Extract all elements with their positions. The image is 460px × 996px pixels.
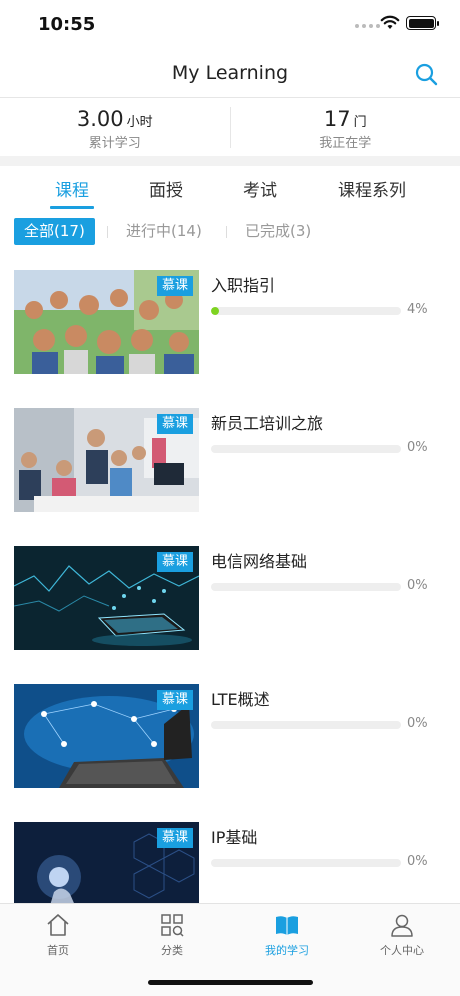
filter-all[interactable]: 全部(17) bbox=[14, 218, 95, 245]
course-thumbnail: 慕课 bbox=[14, 270, 199, 374]
progress-fill bbox=[211, 307, 219, 315]
stat-value: 3.00 bbox=[76, 107, 124, 131]
course-item[interactable]: 慕课 电信网络基础 0% bbox=[0, 546, 460, 652]
course-thumbnail: 慕课 bbox=[14, 408, 199, 512]
course-thumbnail: 慕课 bbox=[14, 546, 199, 650]
stat-courses-learning: 17 门 我正在学 bbox=[231, 99, 460, 156]
progress-bar bbox=[211, 583, 401, 591]
tabbar-label: 个人中心 bbox=[380, 944, 424, 957]
divider bbox=[107, 226, 108, 238]
progress-percent: 0% bbox=[407, 854, 428, 869]
content-tabs: 课程 面授 考试 课程系列 bbox=[0, 166, 460, 210]
signal-dots-icon bbox=[355, 24, 380, 28]
progress-percent: 0% bbox=[407, 578, 428, 593]
tab-indicator bbox=[50, 206, 94, 209]
stat-value: 17 bbox=[323, 107, 351, 131]
progress-bar bbox=[211, 307, 401, 315]
tabbar-label: 我的学习 bbox=[265, 944, 309, 957]
progress-percent: 0% bbox=[407, 716, 428, 731]
tabbar-label: 首页 bbox=[47, 944, 69, 957]
course-type-badge: 慕课 bbox=[156, 414, 193, 434]
course-thumbnail: 慕课 bbox=[14, 684, 199, 788]
filter-completed[interactable]: 已完成(3) bbox=[245, 218, 311, 245]
stat-label: 累计学习 bbox=[88, 136, 141, 151]
course-title: LTE概述 bbox=[211, 690, 270, 709]
progress-percent: 4% bbox=[407, 302, 428, 317]
course-thumbnail: 慕课 bbox=[14, 822, 199, 903]
status-time: 10:55 bbox=[38, 14, 96, 35]
tab-face-to-face[interactable]: 面授 bbox=[149, 176, 183, 201]
course-title: 新员工培训之旅 bbox=[211, 414, 324, 433]
user-icon bbox=[391, 914, 413, 937]
stat-label: 我正在学 bbox=[319, 136, 372, 151]
course-type-badge: 慕课 bbox=[156, 828, 193, 848]
tabbar-profile[interactable]: 个人中心 bbox=[362, 912, 442, 958]
filter-in-progress[interactable]: 进行中(14) bbox=[126, 218, 202, 245]
nav-bar: My Learning bbox=[0, 50, 460, 98]
course-title: IP基础 bbox=[211, 828, 258, 847]
tabbar-label: 分类 bbox=[161, 944, 183, 957]
course-item[interactable]: 慕课 LTE概述 0% bbox=[0, 684, 460, 790]
tab-course-series[interactable]: 课程系列 bbox=[338, 176, 406, 201]
wifi-icon bbox=[380, 15, 400, 29]
tab-exams[interactable]: 考试 bbox=[243, 176, 277, 201]
book-icon bbox=[276, 916, 298, 935]
page-title: My Learning bbox=[171, 62, 289, 84]
divider bbox=[226, 226, 227, 238]
course-item[interactable]: 慕课 入职指引 4% bbox=[0, 270, 460, 376]
course-type-badge: 慕课 bbox=[156, 276, 193, 296]
tabbar-category[interactable]: 分类 bbox=[132, 912, 212, 958]
tabbar-home[interactable]: 首页 bbox=[18, 912, 98, 958]
course-title: 入职指引 bbox=[211, 276, 276, 295]
tab-courses[interactable]: 课程 bbox=[55, 176, 89, 201]
learning-stats: 3.00 小时 累计学习 17 门 我正在学 bbox=[0, 99, 460, 156]
progress-percent: 0% bbox=[407, 440, 428, 455]
tabbar-my-learning[interactable]: 我的学习 bbox=[247, 912, 327, 958]
search-icon[interactable] bbox=[414, 62, 438, 86]
home-icon bbox=[47, 914, 69, 936]
home-indicator bbox=[148, 980, 313, 985]
stat-unit: 小时 bbox=[126, 115, 153, 130]
stat-total-hours: 3.00 小时 累计学习 bbox=[0, 99, 230, 156]
course-type-badge: 慕课 bbox=[156, 552, 193, 572]
progress-bar bbox=[211, 859, 401, 867]
battery-icon bbox=[406, 16, 439, 30]
course-item[interactable]: 慕课 新员工培训之旅 0% bbox=[0, 408, 460, 514]
category-icon bbox=[161, 914, 184, 937]
status-bar: 10:55 bbox=[0, 0, 460, 50]
course-title: 电信网络基础 bbox=[211, 552, 308, 571]
course-type-badge: 慕课 bbox=[156, 690, 193, 710]
progress-bar bbox=[211, 721, 401, 729]
filter-chips: 全部(17) 进行中(14) 已完成(3) bbox=[0, 218, 460, 248]
stat-unit: 门 bbox=[353, 115, 367, 130]
section-divider bbox=[0, 156, 460, 166]
progress-bar bbox=[211, 445, 401, 453]
